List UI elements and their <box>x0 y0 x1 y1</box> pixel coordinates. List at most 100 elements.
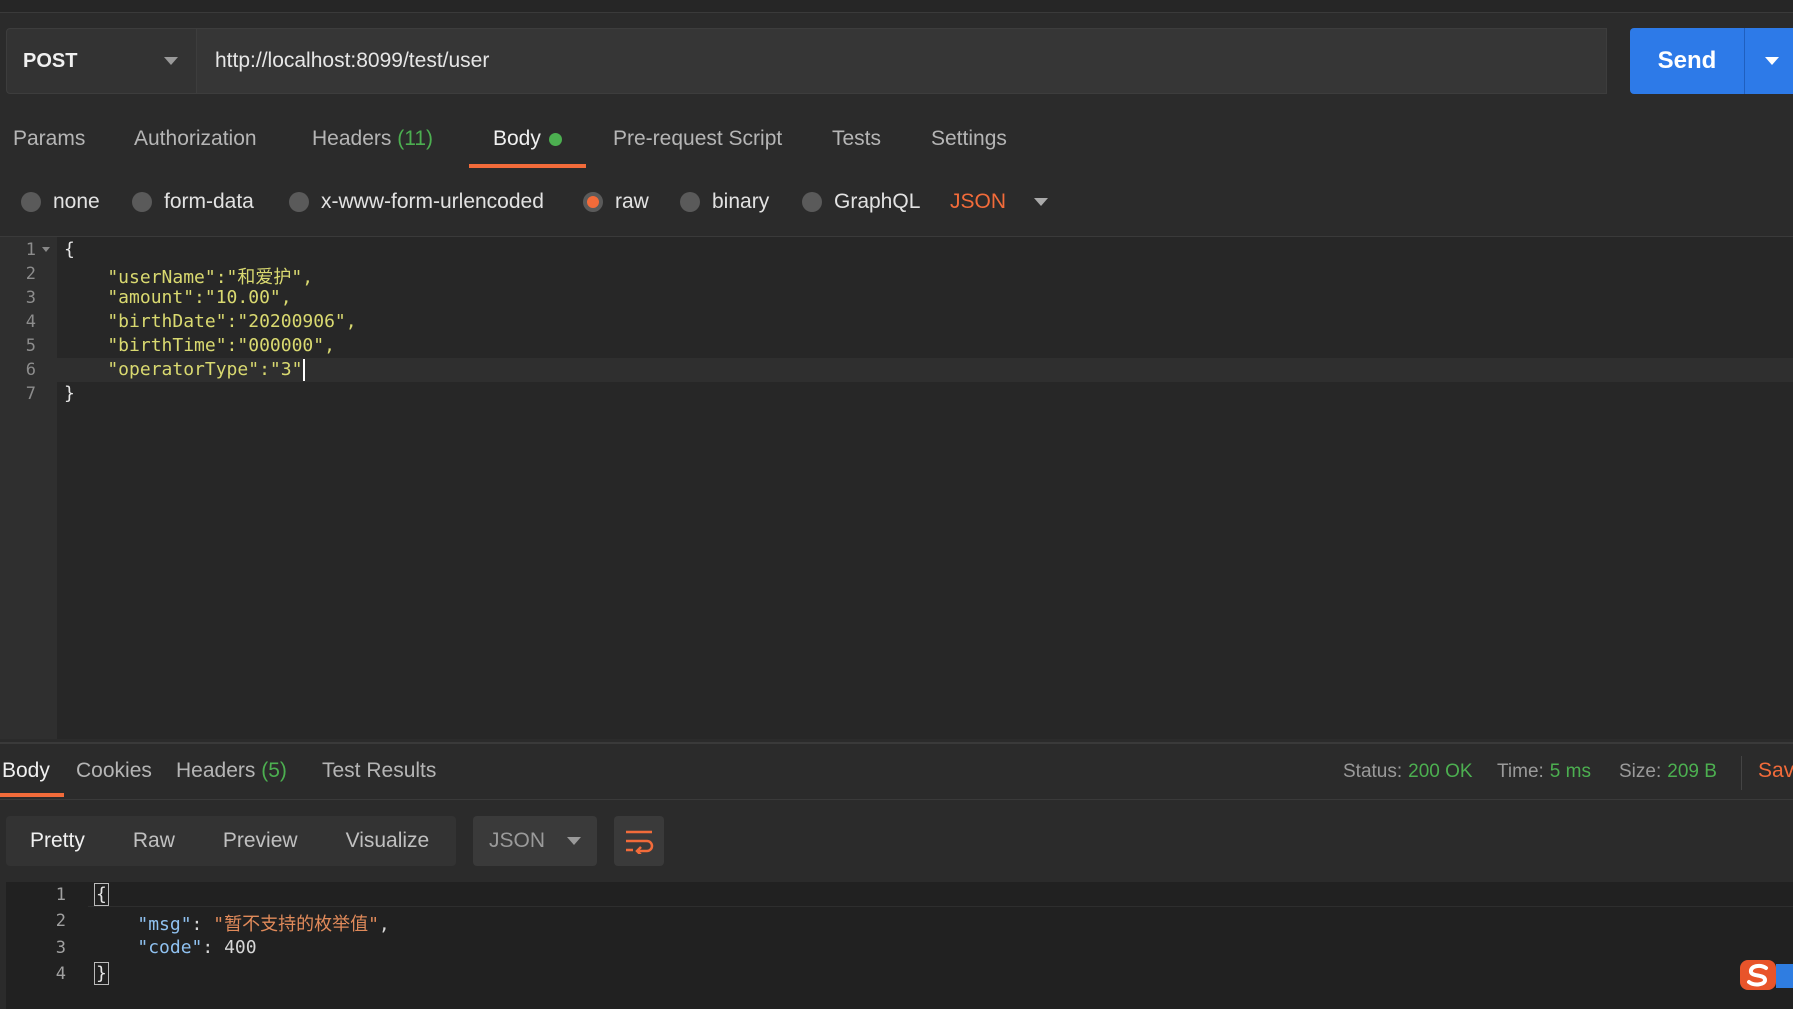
method-label: POST <box>23 49 78 72</box>
line-number: 1 <box>55 885 66 905</box>
view-raw-button[interactable]: Raw <box>109 816 199 866</box>
time-value: 5 ms <box>1549 761 1591 782</box>
radio-none[interactable]: none <box>21 190 100 214</box>
tab-label: Cookies <box>76 759 152 782</box>
response-tab-body[interactable]: Body <box>0 759 64 797</box>
size-info[interactable]: Size: 209 B <box>1619 761 1717 783</box>
close-brace: } <box>94 962 109 985</box>
response-view-bar: Pretty Raw Preview Visualize JSON <box>6 816 664 866</box>
sogou-ime-icon[interactable] <box>1738 958 1793 992</box>
response-tabs: Body Cookies Headers (5) Test Results St… <box>0 742 1793 800</box>
view-visualize-button[interactable]: Visualize <box>322 816 454 866</box>
tab-params[interactable]: Params <box>13 127 85 168</box>
radio-binary[interactable]: binary <box>680 190 769 214</box>
view-mode-group: Pretty Raw Preview Visualize <box>6 816 456 866</box>
body-language-dropdown[interactable]: JSON <box>950 190 1049 214</box>
divider <box>1741 756 1742 790</box>
radio-label: x-www-form-urlencoded <box>321 190 544 213</box>
radio-graphql[interactable]: GraphQL <box>802 190 920 214</box>
response-tab-headers[interactable]: Headers (5) <box>176 759 287 797</box>
tab-tests[interactable]: Tests <box>832 127 881 168</box>
tab-label: Tests <box>832 127 882 150</box>
code-line: "userName":"和爱护", <box>64 263 313 289</box>
code-line: "operatorType":"3" <box>64 359 306 381</box>
json-key: "code" <box>137 937 203 958</box>
size-label: Size: <box>1619 761 1662 782</box>
radio-label: GraphQL <box>834 190 921 213</box>
radio-circle <box>802 192 822 212</box>
fold-arrow-icon[interactable] <box>42 247 50 252</box>
line-number: 7 <box>25 384 36 404</box>
status-value: 200 OK <box>1408 761 1473 782</box>
view-pretty-button[interactable]: Pretty <box>6 816 109 866</box>
radio-label: binary <box>712 190 770 213</box>
code-text: "birthTime":"000000", <box>64 335 335 356</box>
send-options-button[interactable] <box>1744 28 1793 94</box>
tab-label: Authorization <box>134 127 257 150</box>
radio-x-www-form-urlencoded[interactable]: x-www-form-urlencoded <box>289 190 544 214</box>
time-label: Time: <box>1497 761 1544 782</box>
wrap-lines-icon <box>626 830 654 854</box>
tab-settings[interactable]: Settings <box>931 127 1007 168</box>
code-text: "birthDate":"20200906", <box>64 311 357 332</box>
method-select[interactable]: POST <box>6 28 197 94</box>
radio-label: raw <box>615 190 649 213</box>
chevron-down-icon <box>1034 198 1049 206</box>
radio-raw[interactable]: raw <box>583 190 649 214</box>
response-tab-test-results[interactable]: Test Results <box>322 759 436 797</box>
radio-circle <box>289 192 309 212</box>
send-button[interactable]: Send <box>1630 28 1744 94</box>
radio-label: none <box>53 190 100 213</box>
radio-circle <box>680 192 700 212</box>
language-label: JSON <box>950 190 1007 213</box>
headers-count: (11) <box>397 127 434 150</box>
line-number: 6 <box>25 360 36 380</box>
line-number: 3 <box>25 288 36 308</box>
format-label: JSON <box>489 829 546 852</box>
line-number: 2 <box>25 264 36 284</box>
url-input[interactable]: http://localhost:8099/test/user <box>197 28 1607 94</box>
radio-circle <box>21 192 41 212</box>
line-number: 5 <box>25 336 36 356</box>
code-text: "userName":"和爱护", <box>64 267 314 288</box>
tab-pre-request-script[interactable]: Pre-request Script <box>613 127 782 168</box>
code-line: } <box>94 962 109 985</box>
headers-count: (5) <box>261 759 287 782</box>
view-preview-button[interactable]: Preview <box>199 816 322 866</box>
tab-body[interactable]: Body <box>469 127 586 168</box>
request-body-editor[interactable]: 1 2 3 4 5 6 7 { "userName":"和爱护", "amoun… <box>0 237 1793 739</box>
radio-circle-selected <box>583 192 603 212</box>
code-line: { <box>64 239 75 260</box>
body-type-selector: none form-data x-www-form-urlencoded raw… <box>0 168 1793 237</box>
line-number: 1 <box>25 240 36 260</box>
radio-form-data[interactable]: form-data <box>132 190 254 214</box>
tab-label: Pre-request Script <box>613 127 783 150</box>
text-cursor <box>303 359 306 381</box>
tab-label: Body <box>493 127 541 150</box>
line-number: 3 <box>55 938 66 958</box>
chevron-down-icon <box>164 57 178 65</box>
save-response-button[interactable]: Sav <box>1758 759 1793 783</box>
response-format-dropdown[interactable]: JSON <box>473 816 597 866</box>
code-text: "amount":"10.00", <box>64 287 292 308</box>
active-line-highlight <box>88 882 1793 907</box>
code-line: "code": 400 <box>137 937 257 958</box>
response-tab-cookies[interactable]: Cookies <box>76 759 152 797</box>
radio-circle <box>132 192 152 212</box>
tab-label: Settings <box>931 127 1007 150</box>
time-info: Time: 5 ms <box>1497 761 1591 783</box>
request-url-bar: POST http://localhost:8099/test/user Sen… <box>6 28 1793 96</box>
window-top-strip <box>0 0 1793 13</box>
active-line-highlight <box>57 358 1793 382</box>
response-body-viewer[interactable]: 1 2 3 4 { "msg": "暂不支持的枚举值", "code": 400… <box>6 882 1793 1009</box>
tab-headers[interactable]: Headers (11) <box>312 127 433 168</box>
status-info: Status: 200 OK <box>1343 761 1473 783</box>
tab-authorization[interactable]: Authorization <box>134 127 257 168</box>
code-text: "operatorType":"3" <box>64 359 303 380</box>
ime-logo-icon <box>1740 960 1793 990</box>
wrap-lines-button[interactable] <box>614 816 664 866</box>
line-number-gutter: 1 2 3 4 5 6 7 <box>0 237 57 739</box>
green-dot-indicator <box>548 132 562 146</box>
status-label: Status: <box>1343 761 1403 782</box>
code-line: "msg": "暂不支持的枚举值", <box>137 914 390 935</box>
